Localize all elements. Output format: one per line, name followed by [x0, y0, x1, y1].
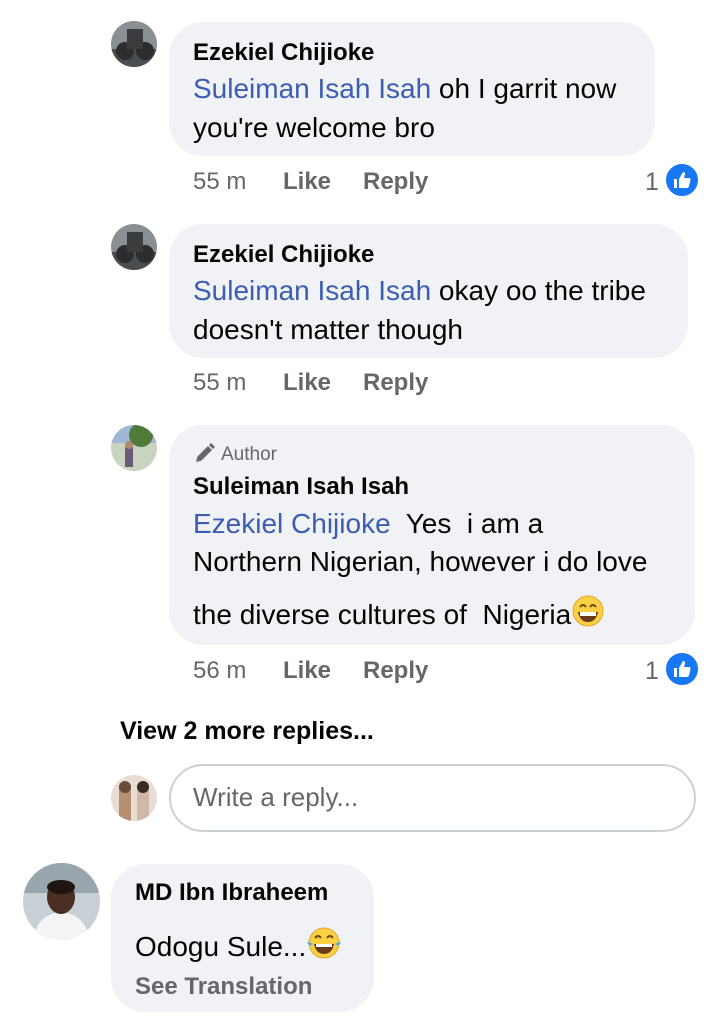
comment-text: you're welcome bro — [193, 112, 435, 143]
comment-author[interactable]: MD Ibn Ibraheem — [135, 879, 328, 907]
comment-text: the diverse cultures of Nigeria — [193, 594, 605, 631]
comment-text: Suleiman Isah Isah oh I garrit now — [193, 73, 617, 104]
view-more-replies-link[interactable]: View 2 more replies... — [120, 717, 374, 746]
like-reaction-icon[interactable] — [664, 162, 700, 198]
reply-button[interactable]: Reply — [363, 657, 428, 685]
comment-timestamp[interactable]: 56 m — [193, 657, 246, 685]
like-button[interactable]: Like — [283, 168, 331, 196]
comment-author[interactable]: Ezekiel Chijioke — [193, 39, 374, 67]
comment-text: doesn't matter though — [193, 314, 463, 345]
mention-link[interactable]: Suleiman Isah Isah — [193, 275, 431, 306]
mention-link[interactable]: Suleiman Isah Isah — [193, 73, 431, 104]
pen-icon — [196, 443, 215, 462]
comment-author[interactable]: Ezekiel Chijioke — [193, 241, 374, 269]
reply-placeholder: Write a reply... — [193, 782, 359, 812]
mention-link[interactable]: Ezekiel Chijioke — [193, 508, 391, 539]
comment-text: Suleiman Isah Isah okay oo the tribe — [193, 275, 646, 306]
author-badge: Author — [193, 441, 277, 466]
grinning-emoji-icon — [572, 595, 604, 627]
like-count[interactable]: 1 — [645, 168, 659, 197]
comment-text: Northern Nigerian, however i do love — [193, 546, 648, 577]
reply-button[interactable]: Reply — [363, 369, 428, 397]
comment-timestamp[interactable]: 55 m — [193, 369, 246, 397]
avatar[interactable] — [111, 425, 157, 471]
avatar[interactable] — [111, 224, 157, 270]
comment-text: Ezekiel Chijioke Yes i am a — [193, 508, 544, 539]
tears-of-joy-emoji-icon — [307, 927, 342, 959]
avatar[interactable] — [111, 21, 157, 67]
comment-text: Odogu Sule... — [135, 926, 342, 963]
like-button[interactable]: Like — [283, 657, 331, 685]
like-count[interactable]: 1 — [645, 657, 659, 686]
current-user-avatar[interactable] — [111, 775, 157, 821]
avatar[interactable] — [23, 863, 100, 940]
like-reaction-icon[interactable] — [664, 651, 700, 687]
reply-input[interactable]: Write a reply... — [169, 764, 696, 832]
see-translation-link[interactable]: See Translation — [135, 973, 312, 1001]
comment-author[interactable]: Suleiman Isah Isah — [193, 473, 409, 501]
reply-button[interactable]: Reply — [363, 168, 428, 196]
comment-timestamp[interactable]: 55 m — [193, 168, 246, 196]
like-button[interactable]: Like — [283, 369, 331, 397]
